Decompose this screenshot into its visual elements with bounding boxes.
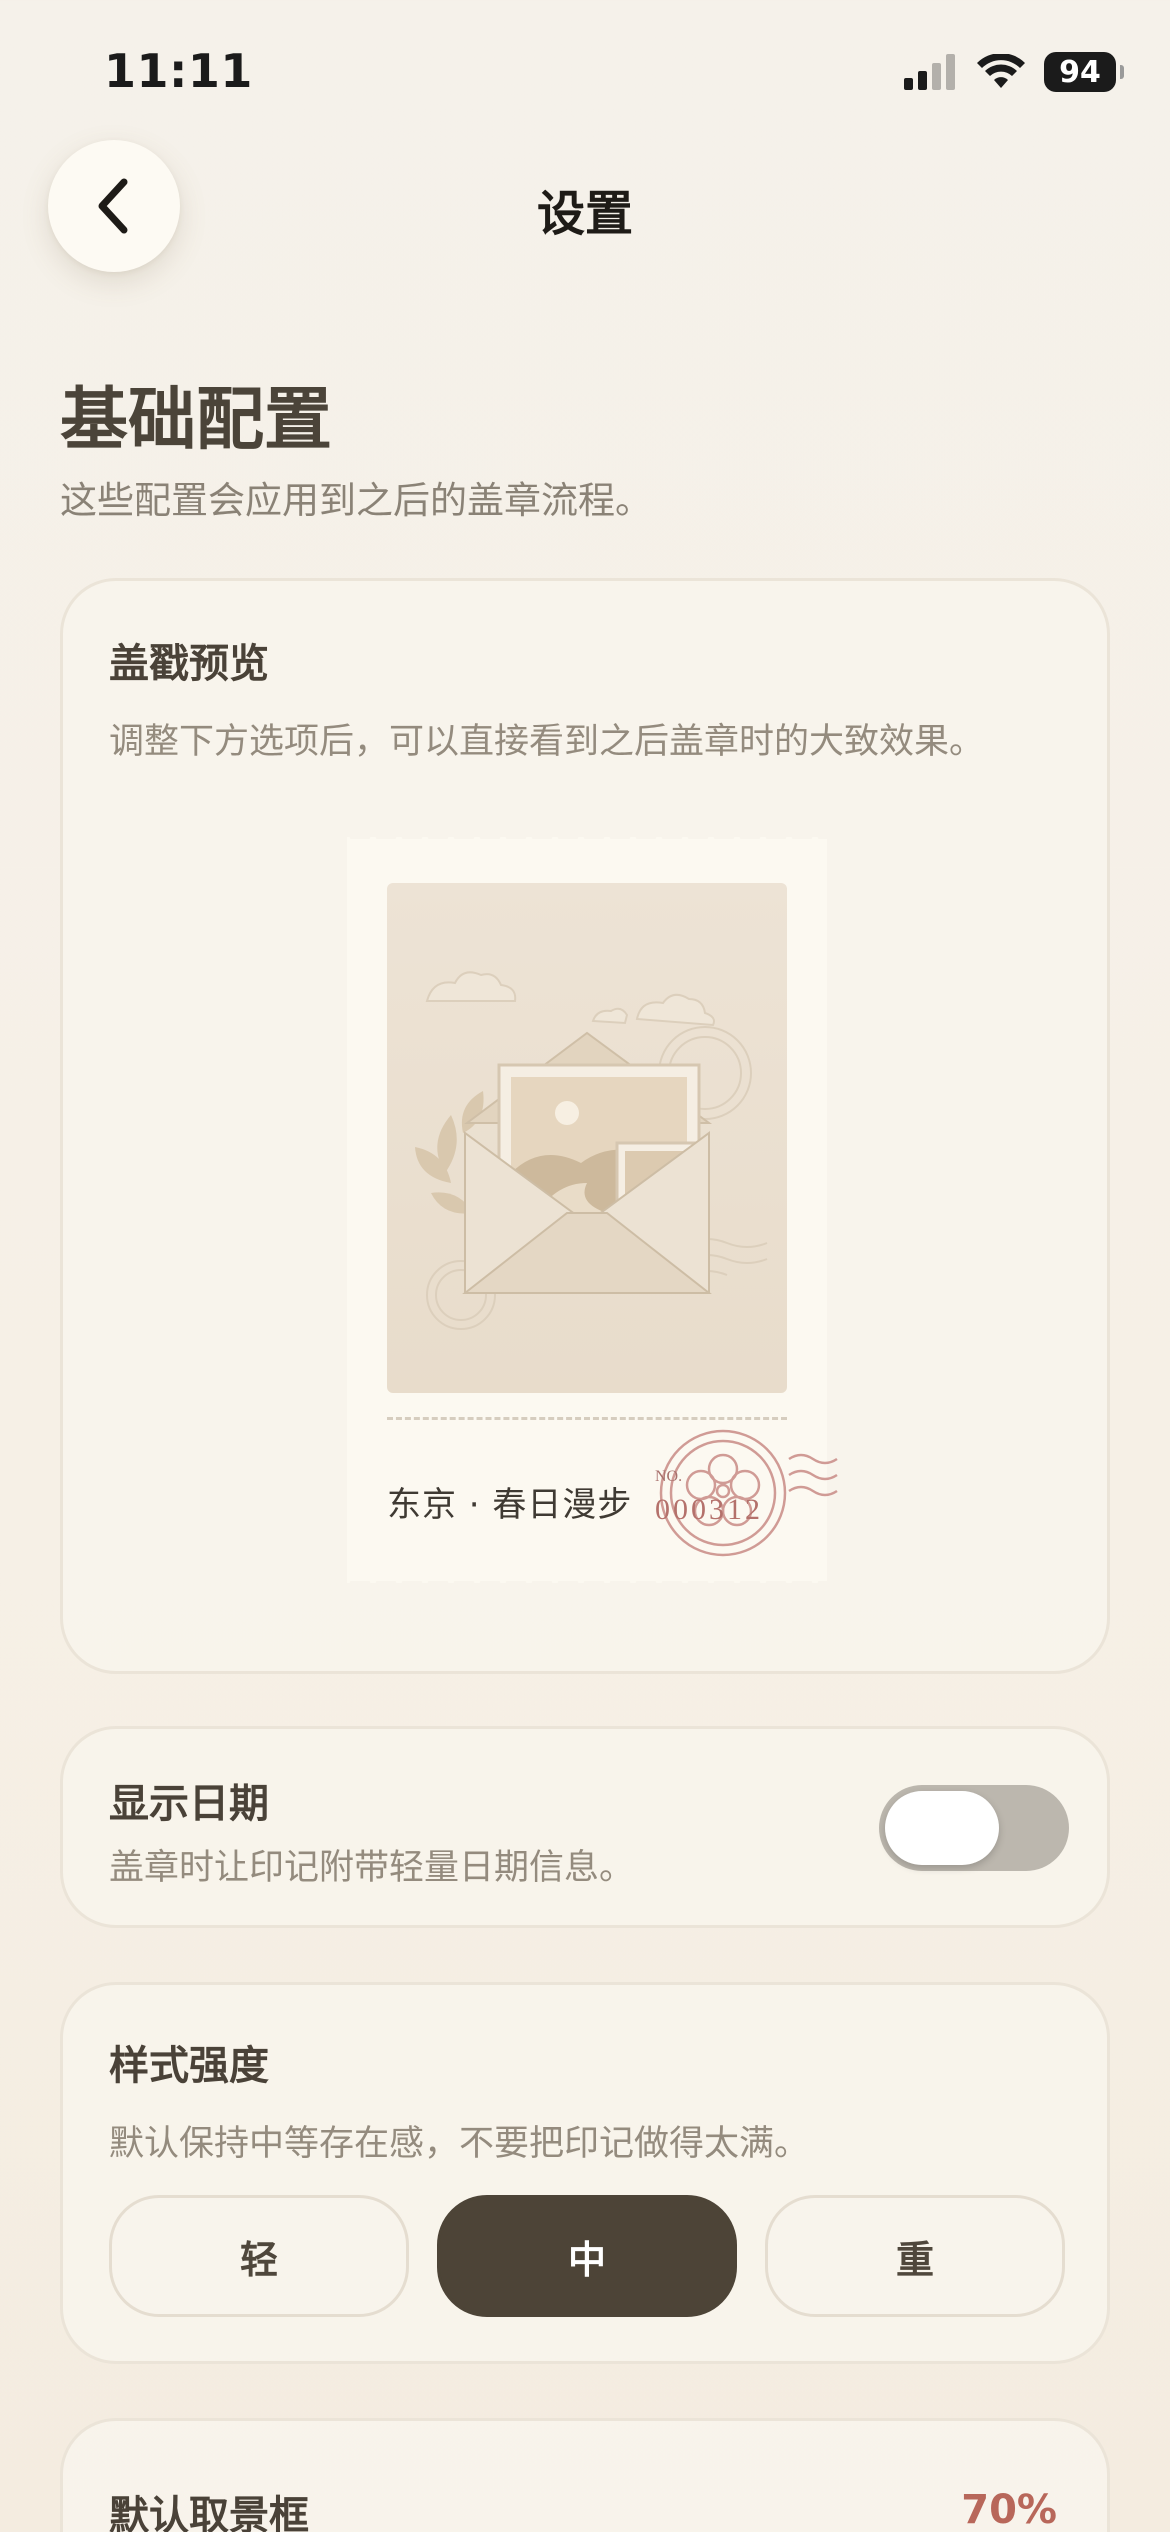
intensity-option-medium[interactable]: 中	[437, 2195, 737, 2317]
status-time: 11:11	[104, 44, 253, 98]
section-subtitle: 这些配置会应用到之后的盖章流程。	[60, 479, 652, 522]
stamp-number: 000312	[655, 1493, 763, 1526]
stamp-preview-card: 盖戳预览 调整下方选项后，可以直接看到之后盖章时的大致效果。 东京 · 春日漫步…	[60, 578, 1110, 1674]
battery-level: 94	[1059, 54, 1101, 90]
signal-icon	[904, 54, 955, 90]
envelope-illustration	[415, 971, 768, 1330]
intensity-option-light[interactable]: 轻	[109, 2195, 409, 2317]
show-date-toggle[interactable]	[879, 1785, 1069, 1871]
viewfinder-value: 70%	[961, 2487, 1057, 2532]
stamp-number-prefix: NO.	[655, 1468, 682, 1485]
show-date-description: 盖章时让印记附带轻量日期信息。	[109, 1848, 635, 1888]
style-intensity-description: 默认保持中等存在感，不要把印记做得太满。	[109, 2124, 810, 2164]
section-title: 基础配置	[60, 381, 333, 460]
postmark-stamp: NO. 000312	[655, 1429, 838, 1557]
show-date-title: 显示日期	[109, 1781, 269, 1827]
status-bar: 11:11 94	[0, 0, 1170, 140]
preview-description: 调整下方选项后，可以直接看到之后盖章时的大致效果。	[109, 722, 985, 762]
style-intensity-card: 样式强度 默认保持中等存在感，不要把印记做得太满。 轻 中 重	[60, 1982, 1110, 2364]
status-icons: 94	[904, 52, 1124, 92]
intensity-option-heavy[interactable]: 重	[765, 2195, 1065, 2317]
stamp-preview: 东京 · 春日漫步 NO. 000312	[347, 837, 838, 1583]
stamp-caption: 东京 · 春日漫步	[387, 1485, 633, 1525]
stamp-illustration	[387, 883, 787, 1393]
default-viewfinder-card[interactable]: 默认取景框 70%	[60, 2418, 1110, 2532]
toggle-knob	[885, 1791, 999, 1865]
viewfinder-title: 默认取景框	[109, 2493, 309, 2532]
style-intensity-title: 样式强度	[109, 2043, 269, 2089]
show-date-card: 显示日期 盖章时让印记附带轻量日期信息。	[60, 1726, 1110, 1928]
preview-title: 盖戳预览	[109, 641, 269, 687]
battery-icon: 94	[1044, 52, 1124, 92]
intensity-segmented-control: 轻 中 重	[109, 2195, 1065, 2317]
wifi-icon	[977, 54, 1025, 88]
page-title: 设置	[536, 186, 633, 242]
